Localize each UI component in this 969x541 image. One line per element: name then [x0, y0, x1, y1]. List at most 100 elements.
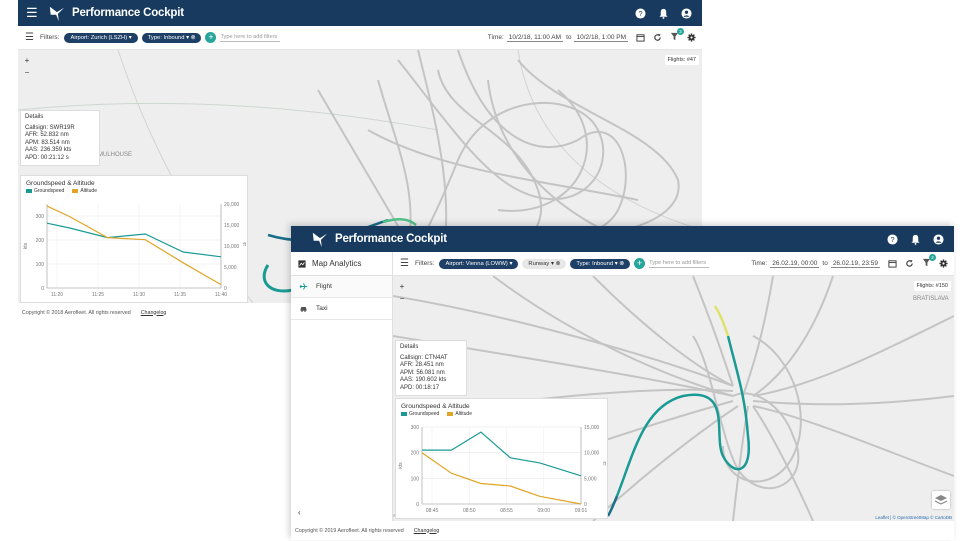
x-tick-label: 11:40: [215, 292, 227, 298]
details-title: Details: [400, 344, 419, 350]
x-tick-label: 09:00: [537, 508, 550, 514]
time-to-input[interactable]: 26.02.19, 23:59: [830, 260, 880, 268]
filter-chip-runway[interactable]: Runway ▾ ⊗: [522, 258, 567, 269]
y-tick-label: 0: [416, 502, 419, 508]
y2-axis-title: ft: [243, 242, 246, 248]
sidebar-item-flight[interactable]: Flight: [291, 276, 392, 298]
y2-tick-label: 15,000: [224, 223, 240, 229]
x-tick-label: 11:30: [133, 292, 145, 298]
changelog-link[interactable]: Changelog: [141, 310, 167, 316]
attribution-text[interactable]: Leaflet | © OpenStreetMap © CartoDB: [875, 515, 952, 520]
details-apm: APM: 56.081 nm: [400, 369, 445, 376]
zoom-controls: + −: [22, 55, 32, 79]
y2-axis-title: ft: [603, 462, 606, 468]
add-filter-input[interactable]: Type here to add filters: [649, 260, 710, 268]
filter-chip-airport[interactable]: Airport: Zurich (LSZH) ▾: [64, 32, 138, 43]
help-icon[interactable]: ?: [635, 7, 646, 19]
time-to-word: to: [566, 34, 572, 41]
calendar-icon[interactable]: [888, 259, 897, 268]
app-title: Performance Cockpit: [335, 233, 447, 245]
filter-count-badge[interactable]: 2: [665, 28, 684, 43]
filters-label: Filters:: [39, 34, 60, 41]
calendar-icon[interactable]: [636, 33, 645, 42]
zoom-out-button[interactable]: −: [397, 293, 407, 305]
aerofleet-logo-icon: [49, 6, 65, 22]
settings-gear-icon[interactable]: [939, 259, 948, 268]
account-icon[interactable]: [933, 233, 944, 245]
x-tick-label: 11:20: [51, 292, 63, 298]
changelog-link[interactable]: Changelog: [414, 528, 440, 534]
y-tick-label: 200: [411, 451, 420, 457]
sidebar-item-taxi[interactable]: Taxi: [291, 298, 392, 320]
x-tick-label: 08:55: [500, 508, 513, 514]
flight-map[interactable]: BRATISLAVA + − Flights: #150 Details Cal…: [393, 276, 954, 521]
map-attribution: Leaflet | © OpenStreetMap © CartoDB: [875, 515, 952, 520]
collapse-sidebar-button[interactable]: ‹: [298, 508, 301, 517]
legend-altitude[interactable]: Altitude: [447, 411, 472, 417]
map-analytics-sidebar: Map Analytics Flight Taxi ‹: [291, 252, 393, 521]
time-label: Time:: [751, 260, 768, 267]
app-title: Performance Cockpit: [72, 7, 184, 19]
legend-groundspeed[interactable]: Groundspeed: [26, 188, 64, 194]
y2-tick-label: 5,000: [584, 476, 597, 482]
altitude-line: [46, 205, 222, 286]
legend-label: Altitude: [455, 411, 472, 417]
zoom-controls: + −: [397, 281, 407, 305]
details-panel: Details Callsign: CTN4AT AFR: 28.451 nm …: [395, 340, 467, 396]
help-icon[interactable]: ?: [887, 233, 898, 245]
refresh-icon[interactable]: [905, 259, 914, 268]
details-aas: AAS: 190.602 kts: [400, 377, 447, 383]
settings-gear-icon[interactable]: [687, 33, 696, 42]
sidebar-item-label: Taxi: [316, 305, 328, 312]
svg-text:?: ?: [638, 9, 642, 18]
filter-count-badge[interactable]: 2: [917, 254, 936, 269]
chip-label: Runway: [528, 260, 550, 267]
y-tick-label: 200: [36, 238, 45, 244]
filter-chip-type[interactable]: Type: Inbound ▾ ⊗: [141, 32, 202, 43]
chip-label: Type: Inbound: [147, 34, 185, 41]
y2-tick-label: 5,000: [224, 265, 237, 271]
y-axis-title: kts: [398, 462, 404, 469]
time-to-input[interactable]: 10/2/18, 1:00 PM: [574, 34, 628, 42]
details-aas: AAS: 236.359 kts: [25, 147, 72, 153]
chart-title: Groundspeed & Altitude: [401, 403, 470, 410]
y2-tick-label: 15,000: [584, 425, 600, 431]
legend-label: Groundspeed: [409, 411, 440, 417]
account-icon[interactable]: [681, 7, 692, 19]
y-tick-label: 0: [41, 286, 44, 292]
x-tick-label: 08:45: [426, 508, 439, 514]
details-title: Details: [25, 114, 44, 120]
zoom-out-button[interactable]: −: [22, 67, 32, 79]
time-from-input[interactable]: 10/2/18, 11:00 AM: [506, 34, 564, 42]
filter-chip-airport[interactable]: Airport: Vienna (LOWW) ▾: [439, 258, 519, 269]
filter-menu-icon[interactable]: ☰: [25, 32, 34, 43]
y-tick-label: 100: [411, 476, 420, 482]
car-icon: [300, 307, 307, 312]
legend-label: Altitude: [80, 188, 97, 194]
filter-chip-type[interactable]: Type: Inbound ▾ ⊗: [570, 258, 631, 269]
zoom-in-button[interactable]: +: [22, 55, 32, 67]
add-filter-button[interactable]: +: [205, 32, 217, 43]
notification-bell-icon[interactable]: [910, 234, 921, 245]
menu-icon[interactable]: ☰: [26, 5, 40, 21]
notification-bell-icon[interactable]: [658, 8, 669, 19]
time-label: Time:: [487, 34, 504, 41]
zoom-in-button[interactable]: +: [397, 281, 407, 293]
x-tick-label: 11:35: [174, 292, 186, 298]
legend-altitude[interactable]: Altitude: [72, 188, 97, 194]
details-panel: Details Callsign: SWR19R AFR: 52.832 nm …: [20, 110, 100, 166]
filter-menu-icon[interactable]: ☰: [400, 258, 409, 269]
add-filter-input[interactable]: Type here to add filters: [220, 34, 281, 42]
legend-groundspeed[interactable]: Groundspeed: [401, 411, 439, 417]
filters-label: Filters:: [414, 260, 435, 267]
time-from-input[interactable]: 26.02.19, 00:00: [770, 260, 820, 268]
add-filter-button[interactable]: +: [634, 258, 646, 269]
y-tick-label: 300: [411, 425, 420, 431]
refresh-icon[interactable]: [653, 33, 662, 42]
aerofleet-logo-icon: [312, 232, 328, 248]
app-bar: ☰ Performance Cockpit ?: [18, 0, 702, 26]
map-label-bratislava: BRATISLAVA: [913, 296, 949, 302]
layers-button[interactable]: [932, 491, 950, 509]
details-apd: APD: 00:21:12 s: [25, 154, 69, 161]
x-tick-label: 08:50: [463, 508, 476, 514]
